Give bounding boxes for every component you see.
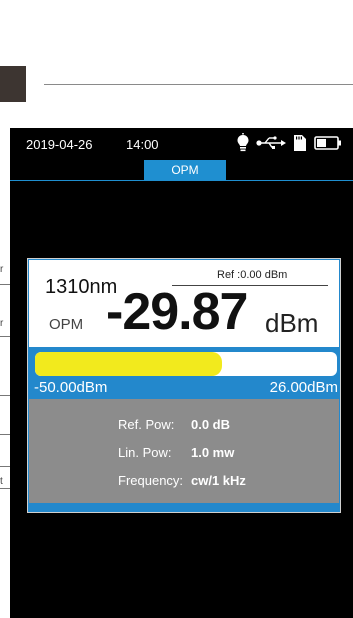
ref-pow-label: Ref. Pow: [118, 417, 175, 432]
battery-icon [314, 136, 341, 150]
measurement-panel: 1310nm Ref :0.00 dBm OPM -29.87 dBm -50.… [27, 258, 341, 513]
mode-label: OPM [49, 316, 84, 333]
power-readout: 1310nm Ref :0.00 dBm OPM -29.87 dBm [29, 260, 339, 347]
status-date: 2019-04-26 [26, 137, 93, 152]
lin-pow-label: Lin. Pow: [118, 445, 172, 460]
power-unit[interactable]: dBm [265, 308, 318, 339]
device-screen: 2019-04-26 14:00 OPM 1310nm Ref:0.00 dB… [10, 128, 353, 618]
lin-pow-value: 1.0 mw [191, 445, 235, 460]
ref-pow-value: 0.0 dB [191, 417, 231, 432]
status-time: 14:00 [126, 137, 159, 152]
lightbulb-icon [237, 133, 249, 152]
header-dark-block [0, 66, 26, 102]
usb-icon [256, 136, 286, 149]
frequency-label: Frequency: [118, 473, 184, 488]
power-level-bar [35, 352, 337, 376]
reference-value: Ref :0.00 dBm [217, 269, 288, 281]
callout-label-1: r [0, 264, 4, 275]
sd-card-icon [294, 135, 306, 151]
range-min-label: -50.00dBm [34, 379, 108, 396]
power-value: -29.87 [106, 283, 248, 341]
tab-opm[interactable]: OPM [144, 160, 226, 180]
callout-label-3: t [0, 476, 3, 487]
callout-label-2: r [0, 318, 4, 329]
power-level-fill [35, 352, 223, 376]
header-rule [44, 84, 353, 85]
tab-underline [10, 180, 353, 181]
frequency-value: cw/1 kHz [191, 473, 246, 488]
range-max-label: 26.00dBm [269, 379, 338, 396]
info-box: Ref. Pow: 0.0 dB Lin. Pow: 1.0 mw Freque… [29, 399, 339, 503]
status-bar: 2019-04-26 14:00 [10, 128, 353, 158]
